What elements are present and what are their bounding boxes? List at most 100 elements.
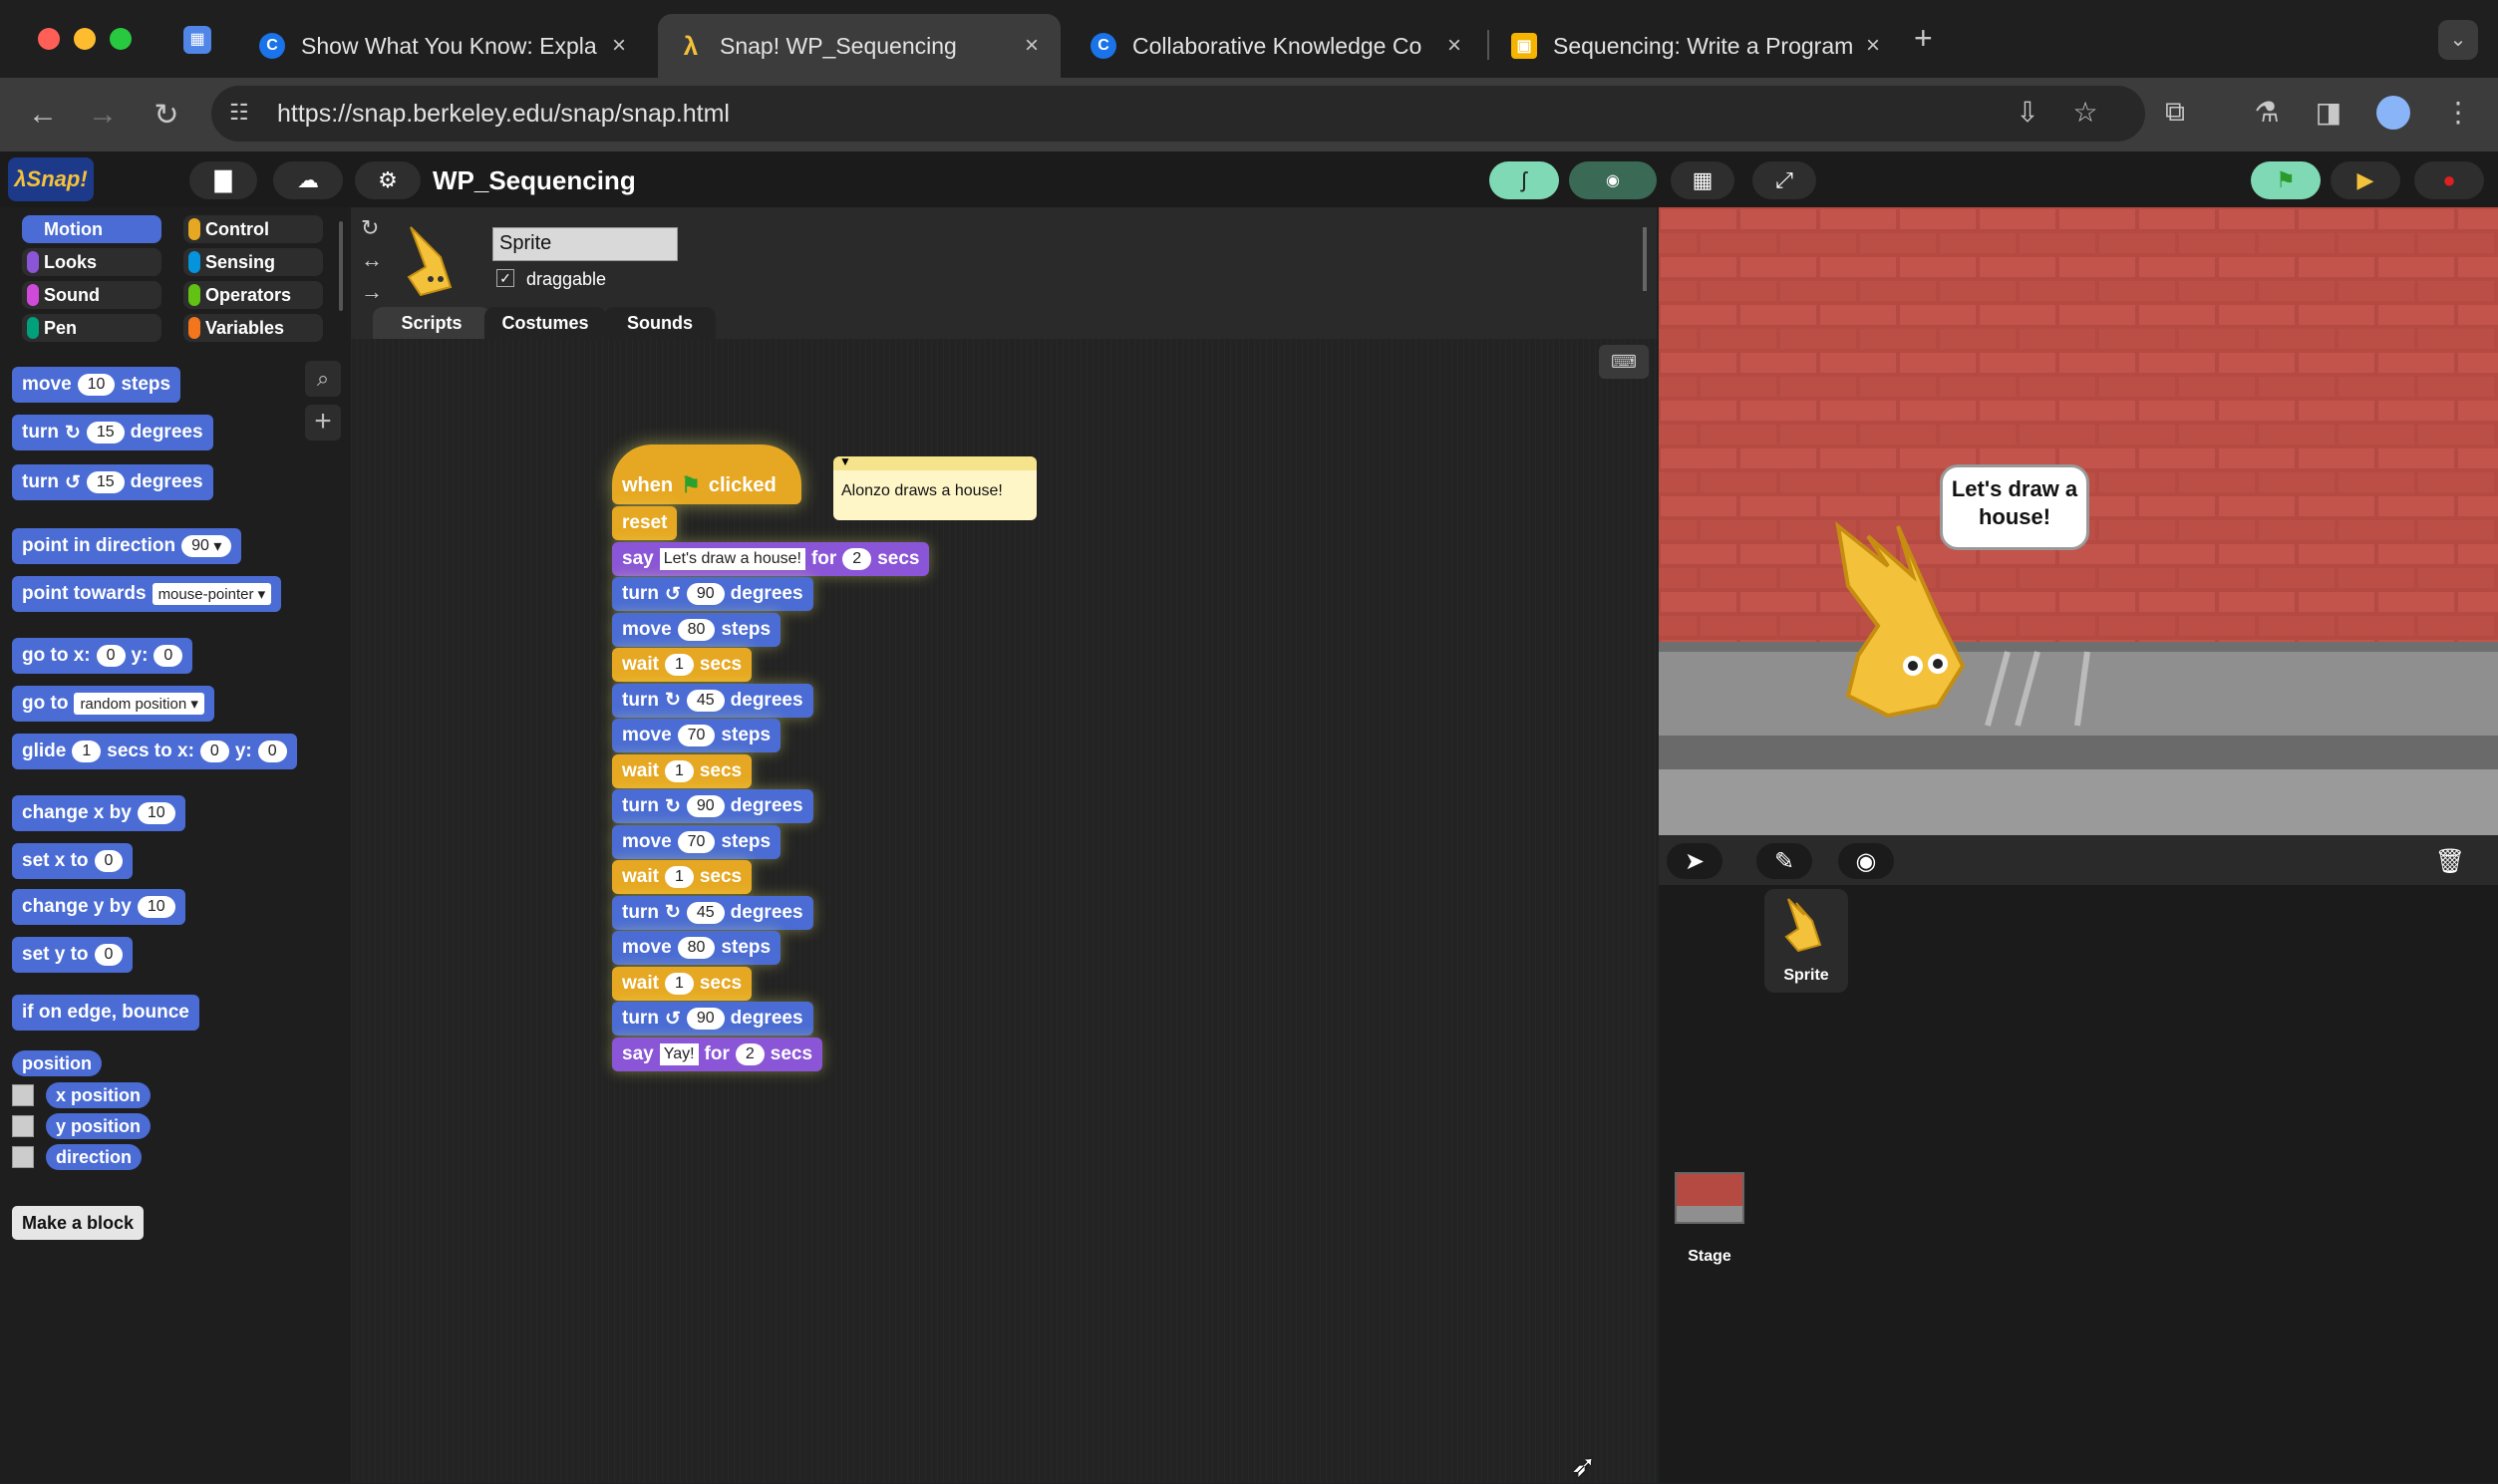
number-slot[interactable]: 0 xyxy=(94,944,124,966)
corral-sprite-item[interactable]: Sprite xyxy=(1764,889,1848,993)
make-a-block-button[interactable]: Make a block xyxy=(12,1206,145,1240)
direction-slot[interactable]: 90 ▾ xyxy=(181,535,232,557)
number-slot[interactable]: 2 xyxy=(842,547,872,570)
number-slot[interactable]: 1 xyxy=(664,654,694,676)
rotate-freely-icon[interactable]: ↻ xyxy=(361,215,379,241)
palette-go-to-block[interactable]: go to random position ▾ xyxy=(12,686,214,722)
script-wait-block[interactable]: wait 1 secs xyxy=(612,966,753,1001)
text-slot[interactable]: Let's draw a house! xyxy=(659,547,805,570)
category-variables[interactable]: Variables xyxy=(183,314,323,342)
number-slot[interactable]: 80 xyxy=(677,937,716,959)
back-arrow-icon[interactable]: ← xyxy=(26,98,60,132)
number-slot[interactable]: 10 xyxy=(137,896,175,918)
y-slot[interactable]: 0 xyxy=(257,741,287,762)
pause-button[interactable]: ▶ xyxy=(2331,161,2400,199)
settings-gear-icon[interactable]: ⚙ xyxy=(355,161,421,199)
browser-menu-icon[interactable]: ⋮ xyxy=(2440,96,2476,129)
number-slot[interactable]: 45 xyxy=(686,689,725,712)
snap-logo[interactable]: λSnap! xyxy=(8,157,94,201)
number-slot[interactable]: 1 xyxy=(664,866,694,888)
bookmark-star-icon[interactable]: ☆ xyxy=(2067,96,2103,129)
number-slot[interactable]: 10 xyxy=(137,802,175,824)
reload-icon[interactable]: ↻ xyxy=(150,98,183,133)
search-blocks-icon[interactable]: ⌕ xyxy=(305,361,341,397)
tab-scripts[interactable]: Scripts xyxy=(373,307,490,339)
palette-change-y-block[interactable]: change y by 10 xyxy=(12,889,185,925)
minimize-window-button[interactable] xyxy=(74,28,96,50)
palette-turn-counterclockwise-block[interactable]: turn ↺ 15 degrees xyxy=(12,464,213,500)
camera-sprite-icon[interactable]: ◉ xyxy=(1838,843,1894,879)
palette-point-in-direction-block[interactable]: point in direction 90 ▾ xyxy=(12,528,242,564)
category-pen[interactable]: Pen xyxy=(22,314,161,342)
palette-point-towards-block[interactable]: point towards mouse-pointer ▾ xyxy=(12,576,282,612)
location-dropdown[interactable]: random position ▾ xyxy=(74,693,204,715)
number-slot[interactable]: 15 xyxy=(86,422,125,444)
ui-mode-toggle-icon[interactable]: ʃ xyxy=(1489,161,1559,199)
number-slot[interactable]: 90 xyxy=(686,1008,725,1030)
sprite-name-field[interactable]: Sprite xyxy=(492,227,678,261)
new-tab-button[interactable]: + xyxy=(1914,20,1933,57)
script-move-block[interactable]: move 70 steps xyxy=(612,824,781,859)
stop-button[interactable]: ● xyxy=(2414,161,2484,199)
palette-position-reporter[interactable]: position xyxy=(12,1050,102,1076)
add-turtle-sprite-icon[interactable]: ➤ xyxy=(1667,843,1722,879)
palette-bounce-block[interactable]: if on edge, bounce xyxy=(12,995,199,1031)
install-app-icon[interactable]: ⇩ xyxy=(2010,96,2045,129)
tab-group-icon[interactable]: ▦ xyxy=(183,26,211,54)
script-reset-block[interactable]: reset xyxy=(612,506,678,540)
script-wait-block[interactable]: wait 1 secs xyxy=(612,753,753,788)
category-looks[interactable]: Looks xyxy=(22,248,161,276)
palette-change-x-block[interactable]: change x by 10 xyxy=(12,795,185,831)
palette-y-position-reporter[interactable]: y position xyxy=(46,1113,151,1139)
number-slot[interactable]: 10 xyxy=(77,374,116,396)
keyboard-entry-icon[interactable]: ⌨ xyxy=(1599,345,1649,379)
close-window-button[interactable] xyxy=(38,28,60,50)
stage[interactable]: Let's draw a house! xyxy=(1659,207,2498,835)
collapse-arrow-icon[interactable]: ▼ xyxy=(839,454,851,468)
y-position-watcher-checkbox[interactable] xyxy=(12,1115,34,1137)
category-sensing[interactable]: Sensing xyxy=(183,248,323,276)
side-panel-icon[interactable]: ◨ xyxy=(2311,96,2346,129)
extensions-puzzle-icon[interactable]: ⧉ xyxy=(2157,96,2193,129)
trash-can-icon[interactable]: 🗑 xyxy=(2422,843,2478,879)
category-scrollbar[interactable] xyxy=(339,221,343,311)
close-tab-icon[interactable]: × xyxy=(612,32,626,60)
tab-costumes[interactable]: Costumes xyxy=(484,307,606,339)
script-say-block[interactable]: say Yay! for 2 secs xyxy=(612,1037,823,1071)
tab-collaborative-knowledge[interactable]: C Collaborative Knowledge Co × xyxy=(1071,14,1483,78)
script-wait-block[interactable]: wait 1 secs xyxy=(612,648,753,682)
zoom-window-button[interactable] xyxy=(110,28,132,50)
file-menu-icon[interactable]: ▇ xyxy=(189,161,257,199)
script-comment[interactable]: ▼ Alonzo draws a house! xyxy=(833,454,1037,520)
script-turn-block[interactable]: turn ↺ 90 degrees xyxy=(612,577,813,611)
profile-avatar[interactable] xyxy=(2376,96,2410,130)
number-slot[interactable]: 15 xyxy=(86,471,125,493)
palette-turn-clockwise-block[interactable]: turn ↻ 15 degrees xyxy=(12,415,213,450)
secs-slot[interactable]: 1 xyxy=(72,741,102,762)
x-slot[interactable]: 0 xyxy=(199,741,229,762)
rotate-left-right-icon[interactable]: ↔ xyxy=(361,247,383,273)
script-move-block[interactable]: move 70 steps xyxy=(612,719,781,752)
direction-watcher-checkbox[interactable] xyxy=(12,1146,34,1168)
number-slot[interactable]: 1 xyxy=(664,972,694,995)
close-tab-icon[interactable]: × xyxy=(1447,32,1461,60)
category-control[interactable]: Control xyxy=(183,215,323,243)
site-info-icon[interactable]: ☷ xyxy=(229,100,249,126)
fullscreen-icon[interactable]: ⤢ xyxy=(1752,161,1816,199)
number-slot[interactable]: 1 xyxy=(664,759,694,782)
y-slot[interactable]: 0 xyxy=(154,645,183,667)
script-say-block[interactable]: say Let's draw a house! for 2 secs xyxy=(612,541,930,576)
forward-arrow-icon[interactable]: → xyxy=(86,98,120,132)
dont-rotate-icon[interactable]: → xyxy=(361,279,383,305)
category-operators[interactable]: Operators xyxy=(183,281,323,309)
number-slot[interactable]: 70 xyxy=(677,725,716,746)
number-slot[interactable]: 0 xyxy=(94,850,124,872)
x-position-watcher-checkbox[interactable] xyxy=(12,1084,34,1106)
palette-direction-reporter[interactable]: direction xyxy=(46,1144,143,1170)
number-slot[interactable]: 90 xyxy=(686,583,725,605)
tab-show-what-you-know[interactable]: C Show What You Know: Expla × xyxy=(239,14,648,78)
palette-glide-block[interactable]: glide 1 secs to x: 0 y: 0 xyxy=(12,734,297,769)
stage-thumbnail-icon[interactable] xyxy=(1675,1172,1744,1224)
script-wait-block[interactable]: wait 1 secs xyxy=(612,860,753,894)
cloud-menu-icon[interactable]: ☁ xyxy=(273,161,343,199)
